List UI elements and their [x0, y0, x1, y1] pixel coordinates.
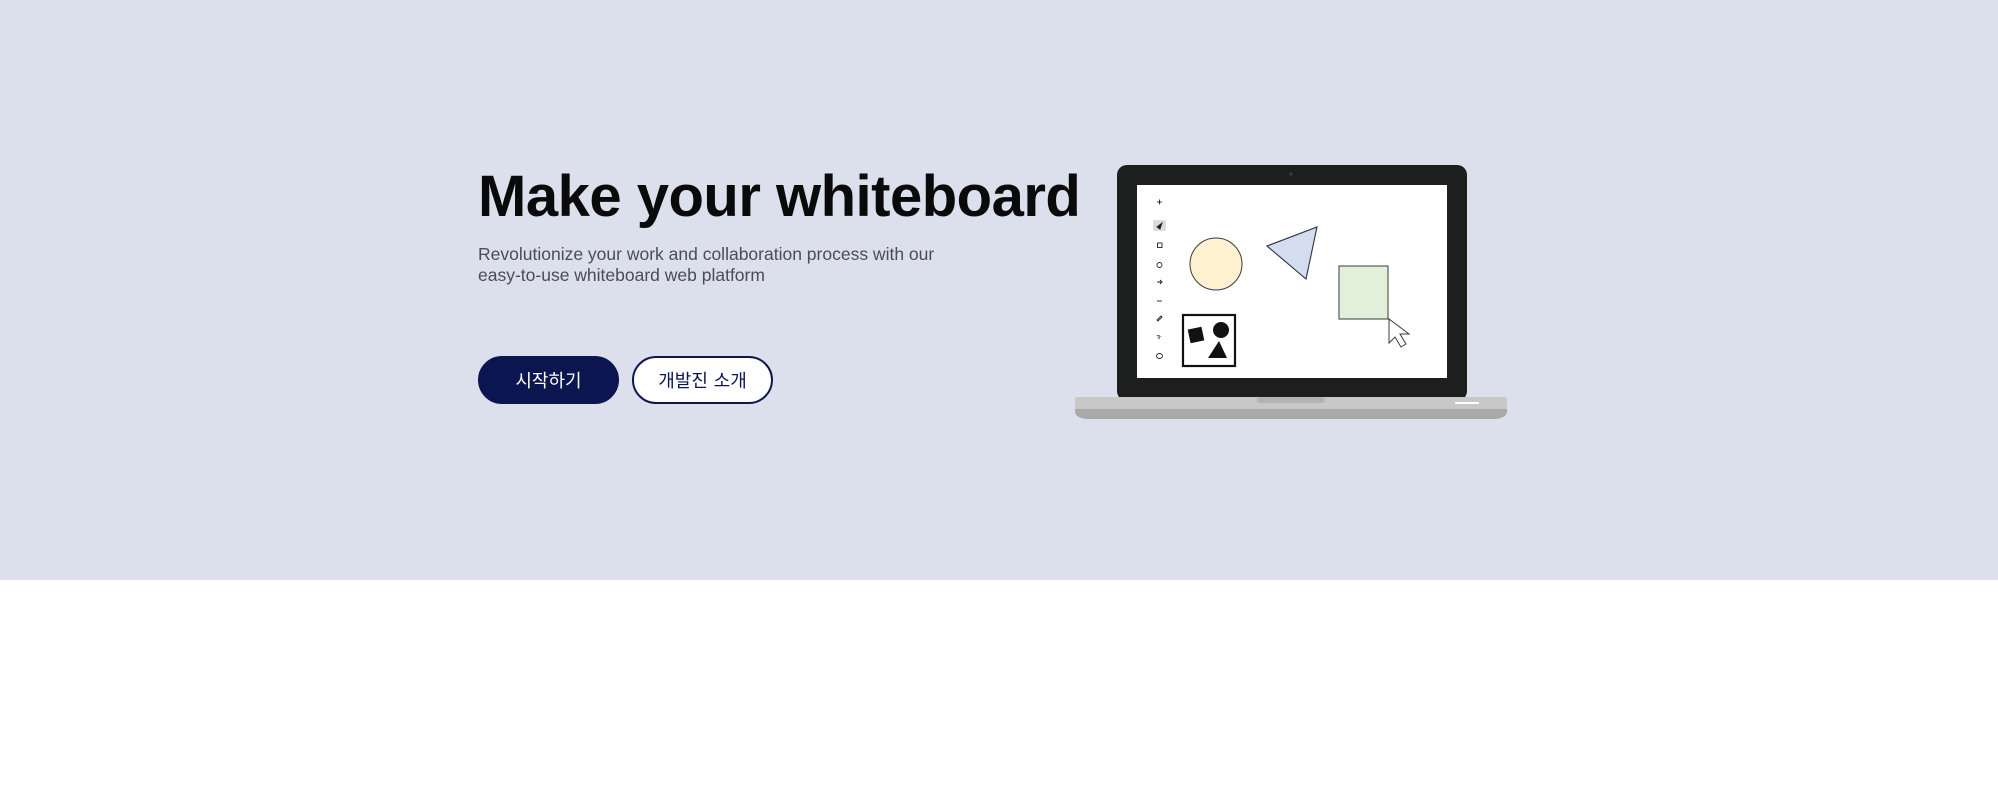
laptop-indicator	[1455, 402, 1479, 404]
laptop-base-bottom	[1075, 409, 1507, 419]
board-square	[1338, 265, 1389, 320]
select-icon[interactable]	[1153, 220, 1166, 231]
shapes-frame	[1181, 313, 1237, 368]
board-circle	[1189, 237, 1243, 291]
hero-section: Make your whiteboard Revolutionize your …	[0, 0, 1998, 580]
hero-text: Make your whiteboard Revolutionize your …	[478, 160, 1081, 286]
start-button[interactable]: 시작하기	[478, 356, 619, 404]
laptop-notch	[1257, 397, 1325, 403]
team-intro-button[interactable]: 개발진 소개	[632, 356, 773, 404]
hero-buttons: 시작하기 개발진 소개	[478, 356, 773, 404]
hero-subtitle: Revolutionize your work and collaboratio…	[478, 244, 935, 285]
text-icon[interactable]: Tr	[1156, 335, 1163, 341]
laptop-camera	[1289, 172, 1293, 176]
hero-title: Make your whiteboard	[478, 164, 1081, 229]
laptop-illustration: Tr	[1075, 165, 1507, 419]
